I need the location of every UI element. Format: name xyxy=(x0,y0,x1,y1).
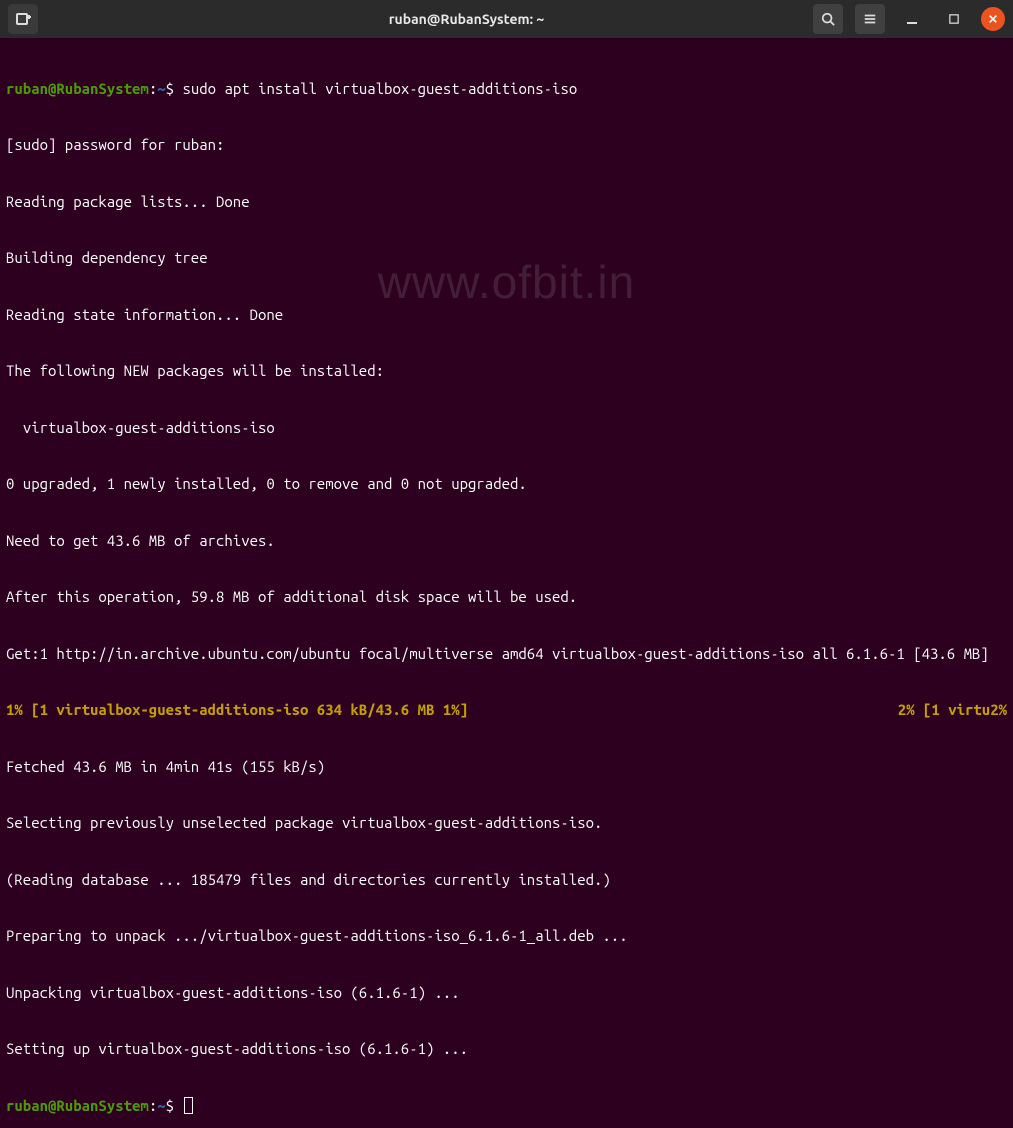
minimize-button[interactable] xyxy=(897,4,927,34)
titlebar-right xyxy=(785,4,1005,34)
titlebar-left xyxy=(8,4,148,34)
cursor xyxy=(184,1097,193,1114)
output-line: Selecting previously unselected package … xyxy=(6,814,1007,833)
output-line: After this operation, 59.8 MB of additio… xyxy=(6,588,1007,607)
output-line: The following NEW packages will be insta… xyxy=(6,362,1007,381)
progress-right: 2% [1 virtu2% xyxy=(898,701,1007,720)
progress-left: 1% [1 virtualbox-guest-additions-iso 634… xyxy=(6,701,468,720)
output-line: Preparing to unpack .../virtualbox-guest… xyxy=(6,927,1007,946)
titlebar: ruban@RubanSystem: ~ xyxy=(0,0,1013,38)
output-line: 0 upgraded, 1 newly installed, 0 to remo… xyxy=(6,475,1007,494)
hamburger-menu-button[interactable] xyxy=(855,4,885,34)
output-line: Need to get 43.6 MB of archives. xyxy=(6,532,1007,551)
output-line: (Reading database ... 185479 files and d… xyxy=(6,871,1007,890)
output-line: Unpacking virtualbox-guest-additions-iso… xyxy=(6,984,1007,1003)
prompt-dollar: $ xyxy=(166,1097,174,1114)
window-title: ruban@RubanSystem: ~ xyxy=(148,11,785,27)
command-text: sudo apt install virtualbox-guest-additi… xyxy=(182,80,577,97)
search-button[interactable] xyxy=(813,4,843,34)
output-line: Building dependency tree xyxy=(6,249,1007,268)
prompt-user: ruban@RubanSystem xyxy=(6,1097,149,1114)
output-line: Setting up virtualbox-guest-additions-is… xyxy=(6,1040,1007,1059)
maximize-button[interactable] xyxy=(939,4,969,34)
prompt-path: ~ xyxy=(157,1097,165,1114)
prompt-line: ruban@RubanSystem:~$ xyxy=(6,1097,1007,1116)
prompt-dollar: $ xyxy=(166,80,174,97)
new-tab-button[interactable] xyxy=(8,4,38,34)
output-line: virtualbox-guest-additions-iso xyxy=(6,419,1007,438)
close-button[interactable] xyxy=(981,7,1005,31)
progress-line: 1% [1 virtualbox-guest-additions-iso 634… xyxy=(6,701,1007,720)
output-line: [sudo] password for ruban: xyxy=(6,136,1007,155)
output-line: Reading state information... Done xyxy=(6,306,1007,325)
prompt-line: ruban@RubanSystem:~$ sudo apt install vi… xyxy=(6,80,1007,99)
terminal-body[interactable]: ruban@RubanSystem:~$ sudo apt install vi… xyxy=(0,38,1013,1128)
prompt-path: ~ xyxy=(157,80,165,97)
prompt-user: ruban@RubanSystem xyxy=(6,80,149,97)
output-line: Get:1 http://in.archive.ubuntu.com/ubunt… xyxy=(6,645,1007,664)
output-line: Reading package lists... Done xyxy=(6,193,1007,212)
output-line: Fetched 43.6 MB in 4min 41s (155 kB/s) xyxy=(6,758,1007,777)
